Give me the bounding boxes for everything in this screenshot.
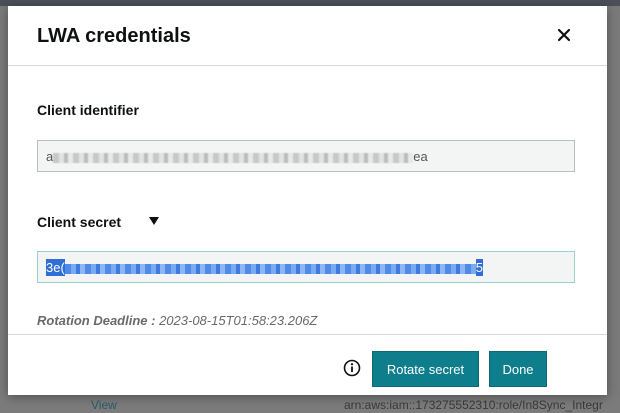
rotation-deadline-value: 2023-08-15T01:58:23.206Z bbox=[159, 313, 318, 328]
background-table-row: View arn:aws:iam::173275552310:role/In8S… bbox=[0, 395, 620, 413]
close-button[interactable] bbox=[552, 23, 576, 47]
info-icon-glyph bbox=[343, 359, 361, 377]
background-role-arn: arn:aws:iam::173275552310:role/In8Sync_I… bbox=[344, 398, 603, 412]
client-secret-redacted bbox=[64, 263, 476, 274]
dialog-footer: Rotate secret Done bbox=[8, 334, 607, 396]
close-icon bbox=[557, 28, 571, 42]
caret-down-icon[interactable] bbox=[149, 217, 159, 225]
client-identifier-prefix: a bbox=[46, 149, 54, 164]
client-identifier-label: Client identifier bbox=[37, 102, 139, 118]
client-secret-label: Client secret bbox=[37, 214, 122, 230]
rotation-deadline-label: Rotation Deadline : bbox=[37, 313, 156, 328]
background-view-link: View bbox=[91, 398, 117, 412]
dialog-title: LWA credentials bbox=[37, 25, 191, 47]
client-identifier-suffix: ea bbox=[413, 149, 428, 164]
rotate-secret-button[interactable]: Rotate secret bbox=[372, 351, 479, 387]
done-button[interactable]: Done bbox=[489, 351, 547, 387]
dialog-header: LWA credentials bbox=[8, 6, 607, 66]
client-secret-field[interactable]: 3e( 5 bbox=[37, 251, 575, 283]
client-secret-prefix: 3e( bbox=[46, 259, 65, 276]
client-identifier-redacted bbox=[53, 152, 414, 163]
client-secret-suffix: 5 bbox=[475, 259, 484, 276]
client-identifier-field[interactable]: a ea bbox=[37, 140, 575, 172]
rotation-deadline: Rotation Deadline : 2023-08-15T01:58:23.… bbox=[37, 313, 317, 328]
lwa-credentials-dialog: LWA credentials Client identifier a ea Cl… bbox=[8, 6, 607, 395]
info-icon[interactable] bbox=[343, 359, 361, 377]
